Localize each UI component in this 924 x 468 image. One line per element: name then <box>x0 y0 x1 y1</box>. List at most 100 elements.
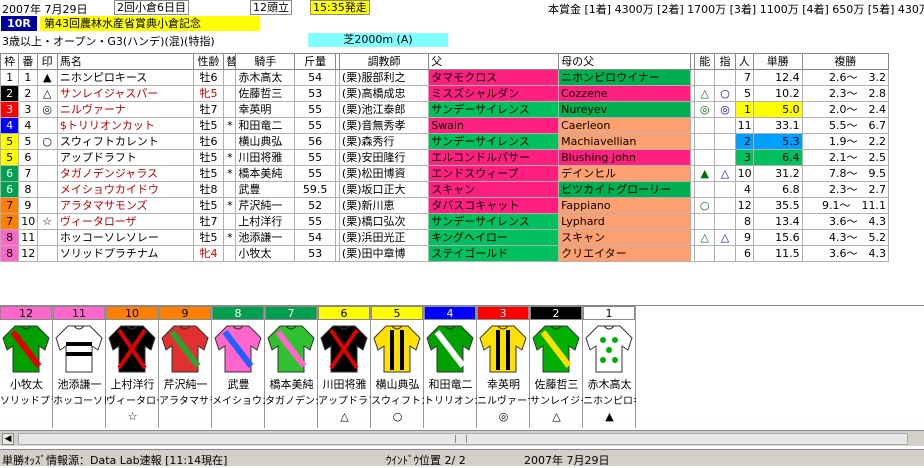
scroll-left-arrow-icon[interactable]: ◀ <box>2 433 14 445</box>
trainer-name: 高橋成忠 <box>361 86 406 100</box>
grip-icon <box>455 435 467 443</box>
table-row[interactable]: 5 6 アップドラフト 牡5 * 川田将雅 55 (栗)安田隆行 エルコンドルパサー Blushi… <box>0 149 890 166</box>
silk-number: 1 <box>583 306 635 320</box>
silk-number: 2 <box>530 306 582 320</box>
silk-column[interactable]: 2 佐藤哲三サンレイジャ △ <box>530 306 583 428</box>
place-odds: 9.1～ 11.1 <box>801 197 890 214</box>
silk-black-red-x-icon <box>318 322 370 376</box>
track-info: 芝2000m (A) <box>308 33 448 47</box>
jockey-change <box>223 245 237 262</box>
runners-box: 12頭立 <box>250 0 292 15</box>
place-odds: 2.3～ 2.8 <box>801 85 890 102</box>
sire: ステイゴールド <box>428 245 560 262</box>
silk-jockey-name: 武豊 <box>227 378 250 391</box>
silk-column[interactable]: 8 武豊メイショウカイ <box>212 306 265 428</box>
race-conditions-bar: 3歳以上・オープン・G3(ハンデ)(混)(特指) 芝2000m (A) <box>0 32 924 48</box>
popularity: 3 <box>734 149 754 166</box>
silk-white-green-dots-icon <box>583 322 635 376</box>
silk-column[interactable]: 10 上村洋行ヴィータロー ☆ <box>106 306 159 428</box>
waku-cell: 8 <box>0 229 20 246</box>
table-row[interactable]: 6 7 タガノデンジャラス 牡5 * 橋本美純 55 (栗)松田博資 エンドスウィープ デインヒル… <box>0 165 890 182</box>
silk-column[interactable]: 4 和田竜二トリリオンカッ <box>424 306 477 428</box>
silk-column[interactable]: 12 小牧太ソリッドプラチ <box>0 306 53 428</box>
weight: 53 <box>294 245 336 262</box>
place-odds: 7.8～ 9.5 <box>801 165 890 182</box>
place-odds: 5.5～ 6.7 <box>801 117 890 134</box>
table-row[interactable]: 4 4 $トリリオンカット 牡5 * 和田竜二 55 (栗)音無秀孝 Swain Caerleon… <box>0 117 890 134</box>
sex-age: 牡6 <box>192 133 225 150</box>
horse-name: ニルヴァーナ <box>56 101 194 118</box>
index-mark <box>714 197 736 214</box>
dam-sire: Caerleon <box>558 117 692 134</box>
weight: 54 <box>294 69 336 86</box>
silk-column[interactable]: 5 横山典弘スウィフトカ ○ <box>371 306 424 428</box>
horse-name: メイショウカイドウ <box>56 181 194 198</box>
dam-sire: ニホンピロウイナー <box>558 69 692 86</box>
race-number: 10R <box>1 16 37 31</box>
win-odds: 15.6 <box>752 229 803 246</box>
silk-column[interactable]: 11 池添謙一ホッコーソレソ <box>53 306 106 428</box>
silk-horse-name: ソリッドプラチ <box>0 396 53 407</box>
silk-yellow-black-stripe-icon <box>477 322 529 376</box>
horse-name: アップドラフト <box>56 149 194 166</box>
win-odds: 11.5 <box>752 245 803 262</box>
place-odds: 2.6～ 3.2 <box>801 69 890 86</box>
dam-sire: デインヒル <box>558 165 692 182</box>
prediction-mark <box>36 117 58 134</box>
silk-column[interactable]: 7 橋本美純タガノデンジ <box>265 306 318 428</box>
race-title-bar: 10R 第43回農林水産省賞典小倉記念 <box>0 16 924 32</box>
table-row[interactable]: 7 9 アラタマサモンズ 牡5 * 芹沢純一 52 (栗)新川恵 タバスコキャット Fappian… <box>0 197 890 214</box>
table-row[interactable]: 3 3 ◎ ニルヴァーナ 牡7 幸英明 55 (栗)池江泰郎 サンデーサイレンス Nureyev ◎… <box>0 101 890 118</box>
horse-number: 5 <box>18 133 38 150</box>
status-bar: 単勝ｵｯｽﾞ情報源：Data Lab速報 [11:14現在] ｳｲﾝﾄﾞｳ位置 … <box>0 449 924 467</box>
jockey-name: 小牧太 <box>235 245 296 262</box>
win-odds: 33.1 <box>752 117 803 134</box>
silk-column[interactable]: 6 川田将雅アップドラフト △ <box>318 306 371 428</box>
horse-name: ソリッドプラチナム <box>56 245 194 262</box>
column-header: 馬名 <box>56 53 194 70</box>
silk-column[interactable]: 3 幸英明ニルヴァーナ ◎ <box>477 306 530 428</box>
column-header: 父 <box>428 53 560 70</box>
silk-jockey-name: 赤木高太 <box>587 378 632 391</box>
table-row[interactable]: 7 10 ☆ ヴィータローザ 牡7 上村洋行 55 (栗)橋口弘次 サンデーサイレンス Lypha… <box>0 213 890 230</box>
waku-cell: 8 <box>0 245 20 262</box>
table-header: 枠番印馬名性齢替騎手斤量調教師父母の父能指人単勝複勝 <box>0 53 890 70</box>
horizontal-scrollbar[interactable]: ◀ <box>0 430 924 446</box>
place-odds: 2.3～ 2.7 <box>801 181 890 198</box>
waku-cell: 5 <box>0 133 20 150</box>
table-row[interactable]: 6 8 メイショウカイドウ 牡8 武豊 59.5 (栗)坂口正大 スキャン ピツカイトグローリー… <box>0 181 890 198</box>
weight: 53 <box>294 85 336 102</box>
scroll-thumb[interactable] <box>18 433 908 445</box>
table-row[interactable]: 2 2 △ サンレイジャスパー 牝5 佐藤哲三 53 (栗)高橋成忠 ミスズシャルダン Cozze… <box>0 85 890 102</box>
silk-mark: ○ <box>392 410 403 423</box>
race-date: 2007年 7月29日 <box>2 3 88 16</box>
popularity: 2 <box>734 133 754 150</box>
silk-horse-name: アラタマサモ <box>159 396 212 407</box>
popularity: 6 <box>734 245 754 262</box>
popularity: 11 <box>734 117 754 134</box>
waku-cell: 4 <box>0 117 20 134</box>
silk-yellow-black-icon <box>371 322 423 376</box>
table-row[interactable]: 1 1 ▲ ニホンピロキース 牡6 赤木高太 54 (栗)服部利之 タマモクロス ニホンピロウイナ… <box>0 69 890 86</box>
win-odds: 10.2 <box>752 85 803 102</box>
rating-mark <box>694 181 716 198</box>
silk-number: 7 <box>265 306 317 320</box>
stable-region: (栗) <box>341 166 362 180</box>
trainer-name: 浜田光正 <box>361 230 406 244</box>
horse-name: ホッコーソレソレー <box>56 229 194 246</box>
horse-number: 7 <box>18 165 38 182</box>
silk-jockey-name: 和田竜二 <box>428 378 473 391</box>
table-row[interactable]: 8 11 ホッコーソレソレー 牡5 * 池添謙一 54 (栗)浜田光正 キングヘイロー スキャン △… <box>0 229 890 246</box>
trainer: (栗)浜田光正 <box>338 229 430 246</box>
sex-age: 牡5 <box>192 149 225 166</box>
prediction-mark <box>36 229 58 246</box>
silk-red-green-icon <box>0 322 52 376</box>
silk-column[interactable]: 9 芹沢純一アラタマサモ <box>159 306 212 428</box>
silk-horse-name: ヴィータロー <box>106 396 159 407</box>
stable-region: (栗) <box>341 198 362 212</box>
table-row[interactable]: 5 5 ○ スウィフトカレント 牡6 横山典弘 56 (栗)森秀行 サンデーサイレンス Machi… <box>0 133 890 150</box>
table-row[interactable]: 8 12 ソリッドプラチナム 牝4 小牧太 53 (栗)田中章博 ステイゴールド クリエイター 6… <box>0 245 890 262</box>
silk-column[interactable]: 1 赤木高太ニホンピロキ ▲ <box>583 306 636 428</box>
jockey-name: 横山典弘 <box>235 133 296 150</box>
silk-number: 11 <box>53 306 105 320</box>
